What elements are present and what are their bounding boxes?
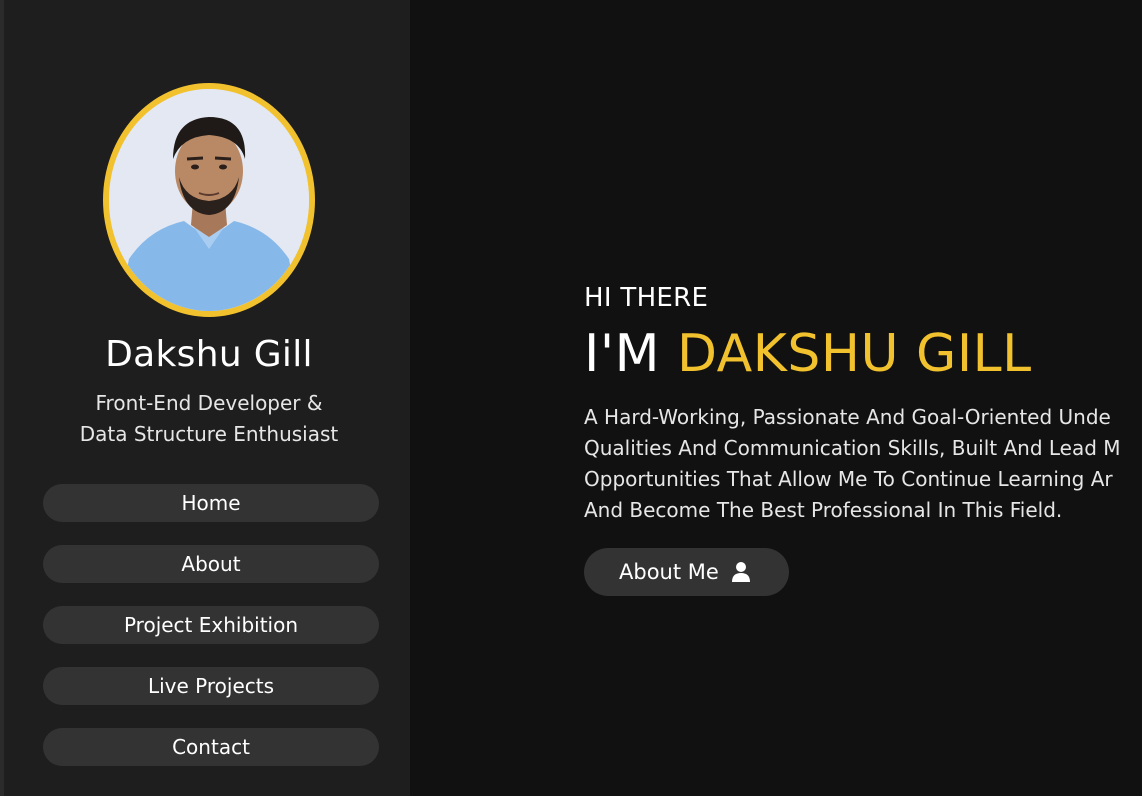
- profile-photo: [109, 89, 309, 311]
- hero-bio-line: Opportunities That Allow Me To Continue …: [584, 467, 1113, 491]
- main-content: HI THERE I'M DAKSHU GILL A Hard-Working,…: [410, 0, 1142, 796]
- hero-greeting: HI THERE: [584, 283, 709, 313]
- nav-item-project-exhibition[interactable]: Project Exhibition: [43, 606, 379, 644]
- profile-name: Dakshu Gill: [105, 334, 313, 375]
- hero-section: HI THERE I'M DAKSHU GILL A Hard-Working,…: [584, 283, 1142, 596]
- hero-headline: I'M DAKSHU GILL: [584, 324, 1142, 384]
- hero-headline-name: DAKSHU GILL: [677, 324, 1032, 384]
- nav-item-contact[interactable]: Contact: [43, 728, 379, 766]
- avatar: [103, 83, 315, 317]
- user-icon: [731, 561, 751, 583]
- sidebar-nav: Home About Project Exhibition Live Proje…: [43, 484, 379, 789]
- page: Dakshu Gill Front-End Developer & Data S…: [0, 0, 1142, 796]
- nav-item-home[interactable]: Home: [43, 484, 379, 522]
- about-me-button-label: About Me: [619, 560, 719, 584]
- profile-role: Front-End Developer & Data Structure Ent…: [4, 388, 414, 450]
- sidebar: Dakshu Gill Front-End Developer & Data S…: [0, 0, 410, 796]
- profile-role-line2: Data Structure Enthusiast: [79, 422, 339, 446]
- nav-item-live-projects[interactable]: Live Projects: [43, 667, 379, 705]
- hero-bio-line: Qualities And Communication Skills, Buil…: [584, 436, 1121, 460]
- about-me-button[interactable]: About Me: [584, 548, 789, 596]
- hero-bio: A Hard-Working, Passionate And Goal-Orie…: [584, 402, 1142, 526]
- hero-headline-prefix: I'M: [584, 324, 678, 384]
- nav-item-about[interactable]: About: [43, 545, 379, 583]
- hero-bio-line: A Hard-Working, Passionate And Goal-Orie…: [584, 405, 1111, 429]
- hero-bio-line: And Become The Best Professional In This…: [584, 498, 1063, 522]
- profile-role-line1: Front-End Developer &: [95, 391, 323, 415]
